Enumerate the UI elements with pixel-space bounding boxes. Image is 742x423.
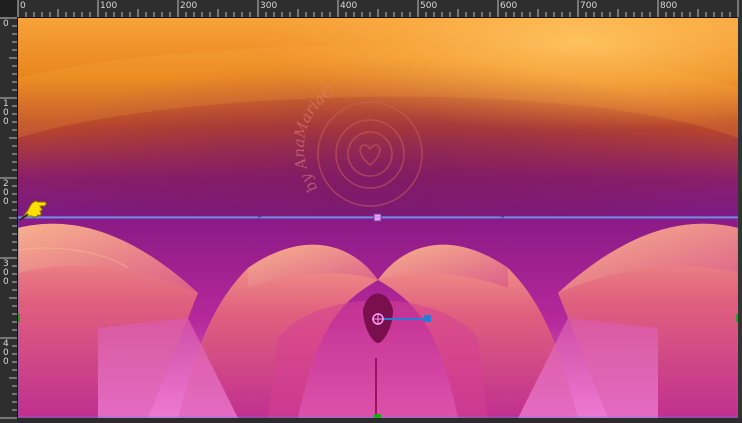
left-side-handle[interactable] <box>18 314 20 322</box>
image-canvas[interactable]: by AnaMariaC <box>18 18 738 418</box>
ruler-corner <box>0 0 17 17</box>
canvas-frame-right <box>738 17 742 423</box>
ruler-ticks-top <box>17 0 739 17</box>
vertical-ruler[interactable]: 0 1 0 0 2 0 0 3 0 0 4 0 0 <box>0 17 18 423</box>
canvas-frame-bottom <box>17 418 742 423</box>
horizontal-ruler[interactable]: 0 100 200 300 400 500 600 700 800 <box>17 0 742 18</box>
scale-handle-icon[interactable] <box>424 315 431 322</box>
ruler-ticks-left <box>0 17 17 419</box>
